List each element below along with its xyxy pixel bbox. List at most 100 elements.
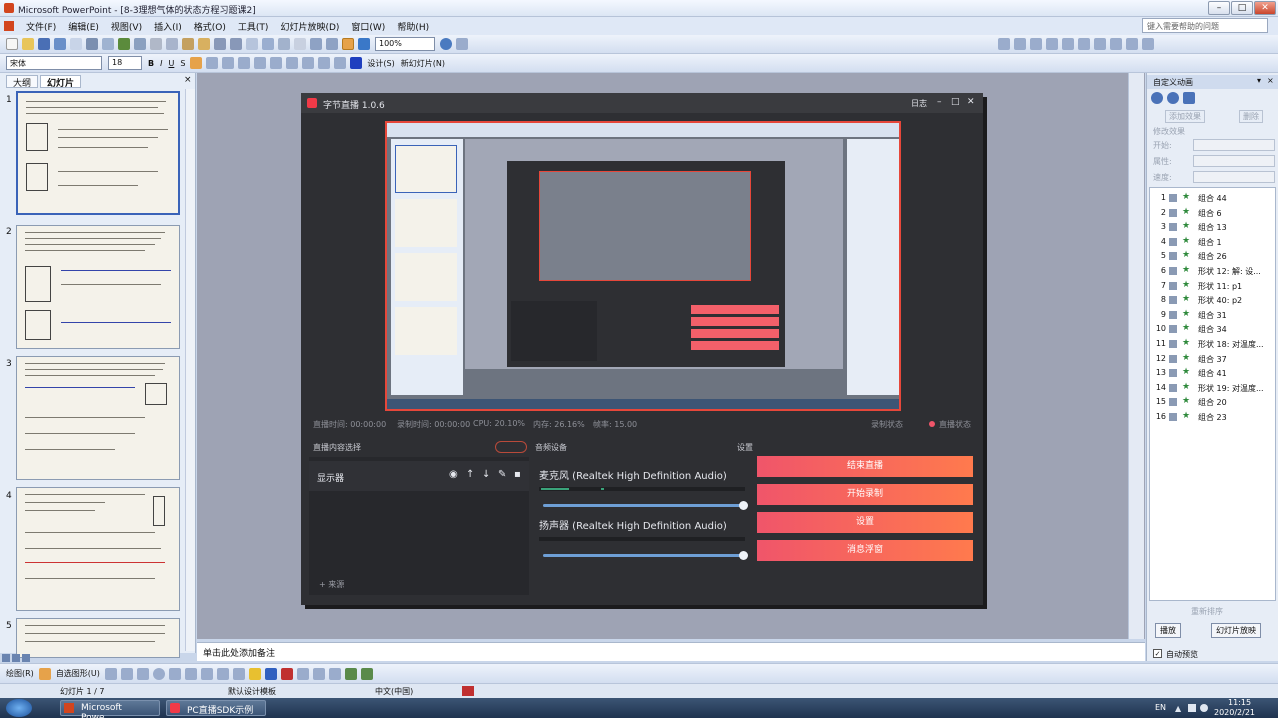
arrow-down-icon[interactable]: ↓ xyxy=(482,469,490,480)
animation-item[interactable]: 5 ★ 组合 26 xyxy=(1152,250,1274,263)
animation-item[interactable]: 7 ★ 形状 11: p1 xyxy=(1152,280,1274,293)
remove-button[interactable]: 删除 xyxy=(1239,110,1263,123)
text-color-icon[interactable] xyxy=(280,667,293,680)
rotate-icon[interactable] xyxy=(1078,38,1090,50)
help-search-input[interactable]: 键入需要帮助的问题 xyxy=(1142,18,1268,33)
speaker-volume-slider[interactable] xyxy=(543,554,743,557)
redo-icon[interactable] xyxy=(230,38,242,50)
tray-arrow-icon[interactable]: ▲ xyxy=(1175,704,1181,713)
insert-picture-icon[interactable] xyxy=(232,667,245,680)
slide-thumbnail-1[interactable] xyxy=(16,91,180,215)
spellcheck-icon[interactable] xyxy=(462,686,474,696)
shadow-style-icon[interactable] xyxy=(344,667,357,680)
arrow-tool-icon[interactable] xyxy=(120,667,133,680)
animation-item[interactable]: 10 ★ 组合 34 xyxy=(1152,323,1274,336)
start-button[interactable] xyxy=(6,699,32,717)
wordart-icon[interactable] xyxy=(184,667,197,680)
print-icon[interactable] xyxy=(86,38,98,50)
live-close-button[interactable]: ✕ xyxy=(967,97,975,107)
select-icon[interactable] xyxy=(38,667,51,680)
arrange-icon[interactable] xyxy=(1030,38,1042,50)
slide-thumbnail-5[interactable] xyxy=(16,618,180,658)
animation-item[interactable]: 3 ★ 组合 13 xyxy=(1152,221,1274,234)
stage-scrollbar[interactable] xyxy=(1128,73,1144,639)
volume-icon[interactable] xyxy=(1200,704,1208,712)
play-button[interactable]: 播放 xyxy=(1155,623,1181,638)
zoom-select[interactable]: 100% xyxy=(375,37,435,51)
task-live-demo[interactable]: PC直播SDK示例 xyxy=(166,700,266,716)
help-icon[interactable] xyxy=(440,38,452,50)
fill-icon[interactable] xyxy=(1126,38,1138,50)
clipart-icon[interactable] xyxy=(216,667,229,680)
order-icon[interactable] xyxy=(1062,38,1074,50)
numbering-icon[interactable] xyxy=(254,57,267,69)
design-button[interactable]: 设计(S) xyxy=(367,58,394,69)
arrow-style-icon[interactable] xyxy=(328,667,341,680)
toolbar-options-icon[interactable] xyxy=(456,38,468,50)
sorter-view-icon[interactable] xyxy=(12,654,20,662)
dash-style-icon[interactable] xyxy=(312,667,325,680)
animation-item[interactable]: 14 ★ 形状 19: 对温度... xyxy=(1152,382,1274,395)
decrease-indent-icon[interactable] xyxy=(318,57,331,69)
flip-icon[interactable] xyxy=(1094,38,1106,50)
edit-icon[interactable]: ✎ xyxy=(498,469,506,480)
speaker-volume-knob[interactable] xyxy=(739,551,748,560)
mic-volume-slider[interactable] xyxy=(543,504,743,507)
new-slide-button[interactable]: 新幻灯片(N) xyxy=(401,58,445,69)
thumbnail-scrollbar[interactable] xyxy=(185,89,195,651)
add-effect-button[interactable]: 添加效果 xyxy=(1165,110,1205,123)
message-float-button[interactable]: 消息浮窗 xyxy=(757,540,973,561)
spelling-icon[interactable] xyxy=(118,38,130,50)
bold-button[interactable]: B xyxy=(148,59,154,68)
menu-edit[interactable]: 编辑(E) xyxy=(68,20,99,33)
menu-file[interactable]: 文件(F) xyxy=(26,20,56,33)
underline-button[interactable]: U xyxy=(168,59,174,68)
animation-item[interactable]: 4 ★ 组合 1 xyxy=(1152,236,1274,249)
format-painter-icon[interactable] xyxy=(198,38,210,50)
trash-icon[interactable]: ▪ xyxy=(514,469,521,480)
panel-close-icon[interactable]: × xyxy=(1267,76,1274,85)
shadow-icon[interactable] xyxy=(1142,38,1154,50)
drawing-icon[interactable] xyxy=(294,38,306,50)
preview-icon[interactable] xyxy=(102,38,114,50)
line-icon[interactable] xyxy=(1110,38,1122,50)
group-icon[interactable] xyxy=(1046,38,1058,50)
line-style-icon[interactable] xyxy=(296,667,309,680)
clock-date[interactable]: 2020/2/21 xyxy=(1214,708,1255,717)
slideshow-view-icon[interactable] xyxy=(22,654,30,662)
slide-thumbnail-3[interactable] xyxy=(16,356,180,480)
maximize-button[interactable]: □ xyxy=(1231,1,1253,15)
arrow-up-icon[interactable]: ↑ xyxy=(466,469,474,480)
source-row[interactable]: 显示器 ◉ ↑ ↓ ✎ ▪ xyxy=(309,461,529,491)
menu-help[interactable]: 帮助(H) xyxy=(397,20,429,33)
increase-font-icon[interactable] xyxy=(286,57,299,69)
live-maximize-button[interactable]: □ xyxy=(951,97,960,107)
animation-item[interactable]: 2 ★ 组合 6 xyxy=(1152,207,1274,220)
animation-item[interactable]: 8 ★ 形状 40: p2 xyxy=(1152,294,1274,307)
textbox-tool-icon[interactable] xyxy=(168,667,181,680)
layout-icon[interactable] xyxy=(998,38,1010,50)
diagram-icon[interactable] xyxy=(200,667,213,680)
animation-item[interactable]: 6 ★ 形状 12: 解: 设... xyxy=(1152,265,1274,278)
autoshape-menu[interactable]: 自选图形(U) xyxy=(56,668,100,679)
menu-format[interactable]: 格式(O) xyxy=(194,20,226,33)
end-live-button[interactable]: 结束直播 xyxy=(757,456,973,477)
draw-menu[interactable]: 绘图(R) xyxy=(6,668,34,679)
tab-slides[interactable]: 幻灯片 xyxy=(40,75,82,89)
line-tool-icon[interactable] xyxy=(104,667,117,680)
animation-item[interactable]: 9 ★ 组合 31 xyxy=(1152,309,1274,322)
forward-icon[interactable] xyxy=(1167,92,1179,104)
menu-window[interactable]: 窗口(W) xyxy=(351,20,385,33)
save-icon[interactable] xyxy=(38,38,50,50)
network-icon[interactable] xyxy=(1188,704,1196,712)
italic-button[interactable]: I xyxy=(160,59,162,68)
email-icon[interactable] xyxy=(70,38,82,50)
animation-item[interactable]: 1 ★ 组合 44 xyxy=(1152,192,1274,205)
grid-icon[interactable] xyxy=(342,38,354,50)
3d-style-icon[interactable] xyxy=(360,667,373,680)
menu-view[interactable]: 视图(V) xyxy=(111,20,142,33)
font-size-select[interactable]: 18 xyxy=(108,56,142,70)
minimize-button[interactable]: – xyxy=(1208,1,1230,15)
sources-toggle[interactable] xyxy=(495,441,527,453)
close-pane-icon[interactable]: × xyxy=(184,75,192,85)
